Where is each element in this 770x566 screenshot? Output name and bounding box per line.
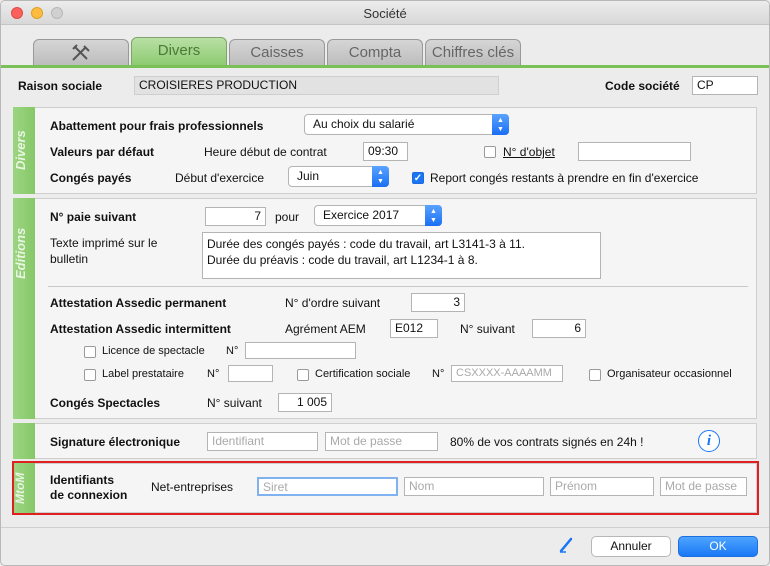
abattement-popup[interactable]: Au choix du salarié ▲ ▼ xyxy=(304,114,509,135)
code-societe-label: Code société xyxy=(605,79,680,93)
signature-mdp-field[interactable]: Mot de passe xyxy=(325,432,438,451)
code-societe-field[interactable]: CP xyxy=(692,76,758,95)
certif-no-label: N° xyxy=(432,368,445,380)
chevron-updown-icon: ▲ ▼ xyxy=(492,114,509,135)
label-prestataire-label: Label prestataire xyxy=(102,368,184,380)
report-conges-label: Report congés restants à prendre en fin … xyxy=(430,171,699,185)
chevron-updown-icon: ▲ ▼ xyxy=(425,205,442,226)
siret-field[interactable]: Siret xyxy=(257,477,398,496)
tab-caisses[interactable]: Caisses xyxy=(229,39,325,65)
label-no-field[interactable] xyxy=(228,365,273,382)
footer-separator xyxy=(1,527,769,528)
divers-sidebar: Divers xyxy=(13,107,35,194)
net-entreprises-label: Net-entreprises xyxy=(151,480,234,494)
conges-payes-label: Congés payés xyxy=(50,171,132,185)
licence-spectacle-label: Licence de spectacle xyxy=(102,345,205,357)
organisateur-checkbox[interactable] xyxy=(589,369,601,381)
label-prestataire-checkbox[interactable] xyxy=(84,369,96,381)
heure-debut-label: Heure début de contrat xyxy=(204,145,327,159)
prenom-field[interactable]: Prénom xyxy=(550,477,654,496)
assedic-intermittent-label: Attestation Assedic intermittent xyxy=(50,322,231,336)
texte-bulletin-textarea[interactable]: Durée des congés payés : code du travail… xyxy=(202,232,601,279)
nom-field[interactable]: Nom xyxy=(404,477,544,496)
paie-suivant-label: N° paie suivant xyxy=(50,210,137,224)
certification-sociale-checkbox[interactable] xyxy=(297,369,309,381)
tools-icon xyxy=(72,44,90,61)
texte-line-1: Durée des congés payés : code du travail… xyxy=(207,237,525,251)
assedic-permanent-label: Attestation Assedic permanent xyxy=(50,296,227,310)
licence-no-label: N° xyxy=(226,345,239,357)
agrement-aem-field[interactable]: E012 xyxy=(390,319,438,338)
tab-divers[interactable]: Divers xyxy=(131,37,227,65)
n-suivant-field[interactable]: 6 xyxy=(532,319,586,338)
report-conges-checkbox[interactable]: ✓ xyxy=(412,172,424,184)
pour-label: pour xyxy=(275,210,300,224)
debut-exercice-label: Début d'exercice xyxy=(175,171,265,185)
exercice-value: Exercice 2017 xyxy=(323,208,400,222)
debut-exercice-popup[interactable]: Juin ▲ ▼ xyxy=(288,166,389,187)
signature-sidebar xyxy=(13,423,35,459)
ordre-suivant-label: N° d'ordre suivant xyxy=(285,296,381,310)
ok-button[interactable]: OK xyxy=(678,536,758,557)
editions-side-label: Editions xyxy=(13,227,28,279)
identifiants-label-line2: de connexion xyxy=(50,488,128,502)
agrement-aem-label: Agrément AEM xyxy=(285,322,366,336)
editions-sidebar: Editions xyxy=(13,198,35,419)
signature-label: Signature électronique xyxy=(50,435,181,449)
abattement-value: Au choix du salarié xyxy=(313,117,415,131)
tab-compta[interactable]: Compta xyxy=(327,39,423,65)
texte-imprime-label: Texte imprimé sur le bulletin xyxy=(50,236,158,266)
spect-n-suivant-field[interactable]: 1 005 xyxy=(278,393,332,412)
heure-debut-field[interactable]: 09:30 xyxy=(363,142,408,161)
spect-n-suivant-label: N° suivant xyxy=(207,396,262,410)
chevron-updown-icon: ▲ ▼ xyxy=(372,166,389,187)
label-no-label: N° xyxy=(207,368,220,380)
tab-chiffres-cles[interactable]: Chiffres clés xyxy=(425,39,521,65)
organisateur-label: Organisateur occasionnel xyxy=(607,368,732,380)
mtom-mdp-field[interactable]: Mot de passe xyxy=(660,477,747,496)
objet-checkbox[interactable] xyxy=(484,146,496,158)
raison-sociale-field[interactable]: CROISIERES PRODUCTION xyxy=(134,76,499,95)
debut-exercice-value: Juin xyxy=(297,169,320,183)
window: Société Divers Caisses Compta Chiffres c… xyxy=(0,0,770,566)
abattement-label: Abattement pour frais professionnels xyxy=(50,119,264,133)
title-bar: Société xyxy=(1,1,769,25)
licence-spectacle-checkbox[interactable] xyxy=(84,346,96,358)
licence-no-field[interactable] xyxy=(245,342,356,359)
cancel-button[interactable]: Annuler xyxy=(591,536,671,557)
pen-icon[interactable] xyxy=(557,535,577,555)
objet-field[interactable] xyxy=(578,142,691,161)
tab-tools[interactable] xyxy=(33,39,129,65)
tab-underline xyxy=(1,65,769,68)
signature-identifiant-field[interactable]: Identifiant xyxy=(207,432,318,451)
window-title: Société xyxy=(363,6,407,21)
identifiants-label-line1: Identifiants xyxy=(50,473,115,487)
valeurs-defaut-label: Valeurs par défaut xyxy=(50,145,155,159)
info-icon[interactable]: i xyxy=(698,430,720,452)
ordre-suivant-field[interactable]: 3 xyxy=(411,293,465,312)
n-suivant-label: N° suivant xyxy=(460,322,515,336)
raison-sociale-label: Raison sociale xyxy=(18,79,103,93)
certification-sociale-label: Certification sociale xyxy=(315,368,411,380)
exercice-popup[interactable]: Exercice 2017 ▲ ▼ xyxy=(314,205,442,226)
conges-spectacles-label: Congés Spectacles xyxy=(50,396,161,410)
editions-separator xyxy=(48,286,748,287)
certif-no-field[interactable]: CSXXXX-AAAAMM xyxy=(451,365,563,382)
signature-promo-text: 80% de vos contrats signés en 24h ! xyxy=(450,435,644,449)
texte-line-2: Durée du préavis : code du travail, art … xyxy=(207,253,478,267)
objet-link[interactable]: N° d'objet xyxy=(503,145,555,159)
divers-side-label: Divers xyxy=(13,130,28,171)
paie-suivant-field[interactable]: 7 xyxy=(205,207,266,226)
